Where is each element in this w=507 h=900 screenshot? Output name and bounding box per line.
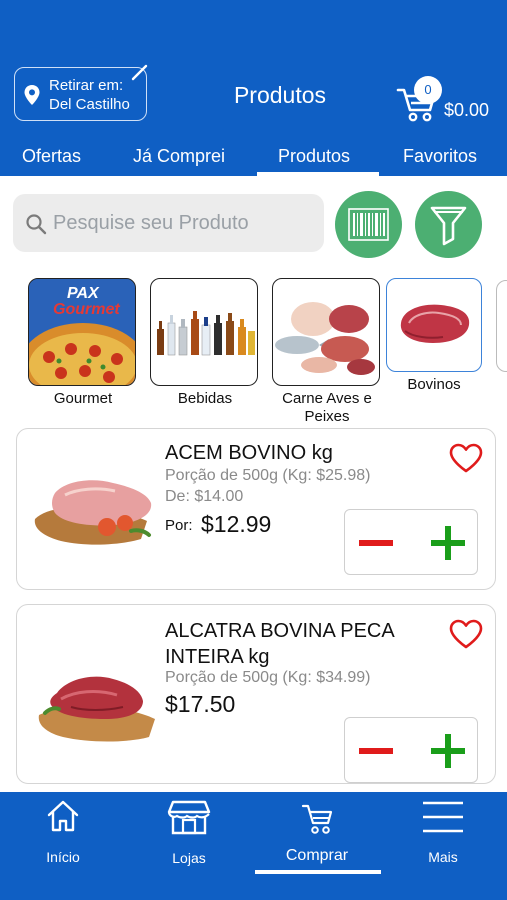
filter-icon <box>430 206 467 246</box>
bottom-navigation: Início Lojas Comprar Mais <box>0 792 507 900</box>
menu-icon <box>423 801 463 833</box>
quantity-stepper <box>344 509 478 575</box>
pencil-icon <box>131 64 148 81</box>
product-name-line1: ALCATRA BOVINA PECA <box>165 620 395 642</box>
nav-label: Lojas <box>172 850 206 866</box>
filter-button[interactable] <box>415 191 482 258</box>
category-image <box>150 278 258 386</box>
product-portion: Porção de 500g (Kg: $25.98) <box>165 467 371 484</box>
category-image <box>272 278 380 386</box>
category-label: Bovinos <box>407 376 461 393</box>
product-name-line2: INTEIRA kg <box>165 646 270 668</box>
nav-label: Início <box>46 849 80 865</box>
barcode-icon <box>348 208 389 241</box>
product-card[interactable]: ALCATRA BOVINA PECA INTEIRA kg Porção de… <box>16 604 496 784</box>
active-tab-indicator <box>257 172 379 176</box>
store-selector-button[interactable]: Retirar em: Del Castilho <box>14 64 148 121</box>
nav-lojas[interactable]: Lojas <box>146 792 232 882</box>
nav-label: Mais <box>428 849 458 865</box>
nav-comprar[interactable]: Comprar <box>274 792 360 882</box>
search-icon <box>26 214 47 235</box>
product-price-label: Por: <box>165 517 193 534</box>
category-next-peek <box>496 280 507 372</box>
category-logo-gourmet: Gourmet <box>53 301 120 318</box>
plus-icon <box>445 734 451 768</box>
product-name: ACEM BOVINO kg <box>165 442 333 464</box>
product-image <box>38 676 155 742</box>
tab-ofertas[interactable]: Ofertas <box>22 146 81 167</box>
category-label: Carne Aves e Peixes <box>282 390 372 425</box>
favorite-heart-icon[interactable] <box>449 619 483 649</box>
cart-total[interactable]: $0.00 <box>444 100 489 121</box>
tab-produtos[interactable]: Produtos <box>278 146 350 167</box>
search-field[interactable]: Pesquise seu Produto <box>13 194 324 252</box>
category-gourmet[interactable]: PAX Gourmet Gourmet <box>28 278 138 408</box>
search-placeholder: Pesquise seu Produto <box>53 212 249 234</box>
product-portion: Porção de 500g (Kg: $34.99) <box>165 669 371 686</box>
nav-mais[interactable]: Mais <box>400 792 486 882</box>
category-carne-aves-peixes[interactable]: Carne Aves e Peixes <box>272 278 382 428</box>
product-price: $17.50 <box>165 691 236 717</box>
category-image <box>386 278 482 372</box>
quantity-stepper <box>344 717 478 783</box>
app-header: Retirar em: Del Castilho Produtos 0 $0.0… <box>0 0 507 176</box>
cart-count-badge: 0 <box>414 76 442 104</box>
location-pin-icon <box>24 85 40 105</box>
category-label: Bebidas <box>177 390 233 407</box>
page-title: Produtos <box>233 82 327 108</box>
product-price: $12.99 <box>201 511 272 537</box>
product-card[interactable]: ACEM BOVINO kg Porção de 500g (Kg: $25.9… <box>16 428 496 590</box>
category-bovinos[interactable]: Bovinos <box>386 278 482 394</box>
category-bebidas[interactable]: Bebidas <box>150 278 260 408</box>
tab-ja-comprei[interactable]: Já Comprei <box>133 146 225 167</box>
barcode-scan-button[interactable] <box>335 191 402 258</box>
tab-bar: Ofertas Já Comprei Produtos Favoritos <box>0 140 507 176</box>
category-image: PAX Gourmet <box>28 278 136 386</box>
store-name: Del Castilho <box>49 96 130 113</box>
active-nav-indicator <box>255 870 381 874</box>
store-label: Retirar em: <box>49 77 124 94</box>
category-label: Gourmet <box>53 390 113 407</box>
decrease-button[interactable] <box>359 540 393 546</box>
category-carousel: PAX Gourmet Gourmet Bebidas Carne Aves e… <box>0 278 507 425</box>
nav-label: Comprar <box>285 847 349 864</box>
plus-icon <box>445 526 451 560</box>
decrease-button[interactable] <box>359 748 393 754</box>
product-image <box>34 480 152 545</box>
store-icon <box>167 800 211 835</box>
product-old-price: De: $14.00 <box>165 488 244 505</box>
home-icon <box>47 800 79 832</box>
tab-favoritos[interactable]: Favoritos <box>403 146 477 167</box>
nav-inicio[interactable]: Início <box>20 792 106 882</box>
cart-icon <box>301 804 333 834</box>
favorite-heart-icon[interactable] <box>449 443 483 473</box>
